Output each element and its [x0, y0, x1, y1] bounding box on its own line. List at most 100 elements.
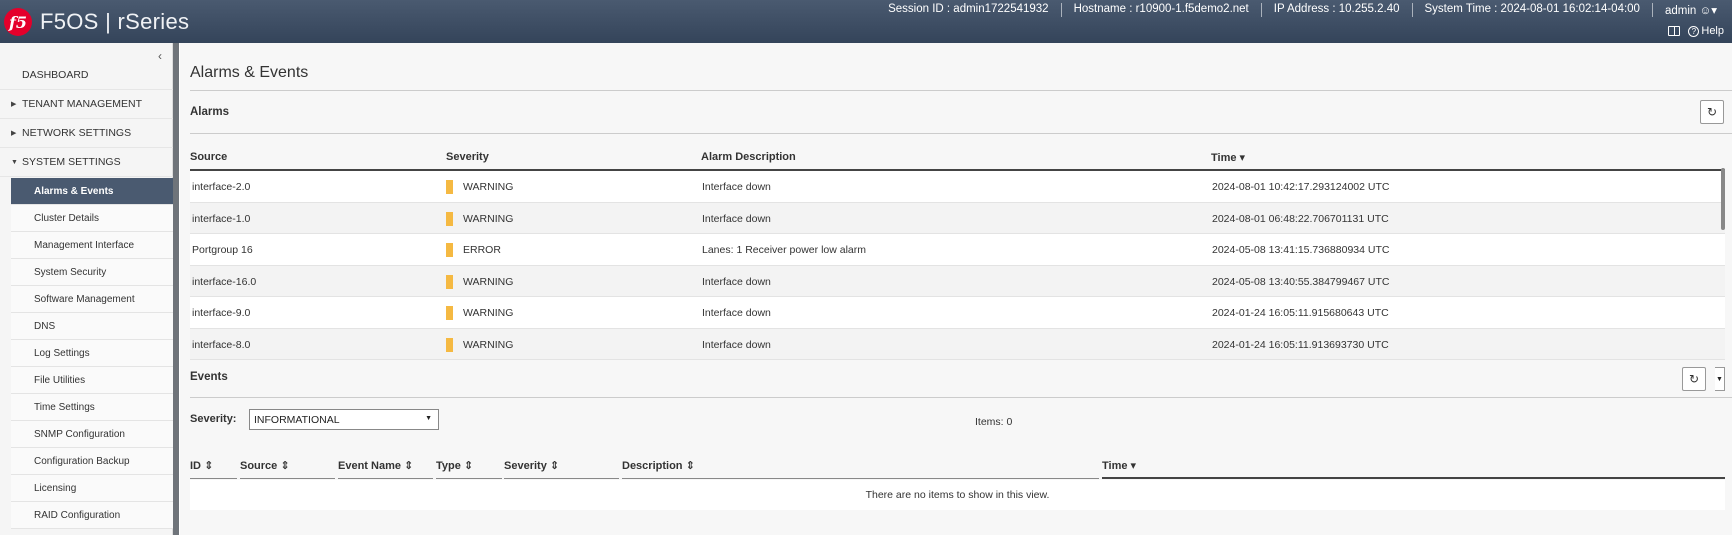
- sidebar-item-snmp-configuration[interactable]: SNMP Configuration: [11, 421, 173, 448]
- column-severity[interactable]: Severity ⇕: [504, 456, 619, 479]
- events-refresh-button[interactable]: ↻: [1682, 367, 1706, 391]
- severity-indicator: [446, 274, 453, 289]
- alarms-table-header: Source Severity Alarm Description Time ▾: [190, 147, 1725, 171]
- cell-severity: WARNING: [463, 338, 514, 351]
- sidebar: ‹ DASHBOARD ▶ TENANT MANAGEMENT ▶ NETWORK …: [0, 43, 173, 535]
- events-title: Events: [190, 371, 228, 383]
- alarms-refresh-button[interactable]: ↻: [1700, 100, 1724, 124]
- cell-severity: WARNING: [463, 307, 514, 319]
- severity-indicator: [446, 211, 453, 226]
- user-name: admin: [1664, 5, 1697, 17]
- collapse-icon: ▼: [11, 158, 18, 166]
- severity-indicator: [446, 180, 453, 194]
- column-time[interactable]: Time ▾: [1211, 151, 1245, 164]
- cell-time: 2024-05-08 13:41:15.736880934 UTC: [1212, 244, 1390, 256]
- f5-logo: f5: [4, 8, 32, 36]
- sort-icon: ⇕: [685, 460, 695, 472]
- items-count: Items: 0: [975, 416, 1013, 428]
- cell-severity: WARNING: [463, 212, 514, 225]
- sidebar-item-licensing[interactable]: Licensing: [11, 475, 173, 502]
- caret-down-icon: ▼: [1716, 375, 1723, 383]
- sidebar-item-configuration-backup[interactable]: Configuration Backup: [11, 448, 173, 475]
- column-type[interactable]: Type ⇕: [436, 456, 502, 479]
- sidebar-item-management-interface[interactable]: Management Interface: [11, 232, 173, 259]
- sort-desc-icon: ▾: [1130, 460, 1137, 472]
- table-row[interactable]: Portgroup 16 ERROR Lanes: 1 Receiver pow…: [190, 234, 1725, 266]
- sidebar-item-software-management[interactable]: Software Management: [11, 286, 173, 313]
- sidebar-item-network-settings[interactable]: ▶ NETWORK SETTINGS: [0, 119, 173, 148]
- column-description[interactable]: Description ⇕: [622, 456, 1099, 479]
- cell-severity: ERROR: [463, 244, 501, 256]
- cell-severity: WARNING: [463, 181, 514, 193]
- sort-icon: ⇕: [463, 460, 474, 472]
- sidebar-item-cluster-details[interactable]: Cluster Details: [11, 205, 173, 232]
- sort-icon: ⇕: [280, 460, 290, 472]
- severity-indicator: [446, 306, 453, 320]
- events-empty-message: There are no items to show in this view.: [190, 480, 1725, 510]
- refresh-icon: ↻: [1688, 372, 1700, 386]
- severity-indicator: [446, 337, 453, 352]
- sort-desc-icon: ▾: [1239, 152, 1246, 164]
- refresh-icon: ↻: [1706, 105, 1718, 119]
- sidebar-item-system-security[interactable]: System Security: [11, 259, 173, 286]
- cell-source: Portgroup 16: [192, 244, 253, 256]
- column-severity[interactable]: Severity: [446, 151, 489, 163]
- column-id[interactable]: ID ⇕: [190, 456, 237, 479]
- sort-icon: ⇕: [204, 460, 214, 472]
- table-row[interactable]: interface-1.0 WARNING Interface down 202…: [190, 202, 1725, 234]
- severity-filter-select[interactable]: INFORMATIONAL ▼: [249, 409, 439, 430]
- system-time: System Time : 2024-08-01 16:02:14-04:00: [1411, 3, 1652, 17]
- hostname: Hostname : r10900-1.f5demo2.net: [1060, 3, 1261, 17]
- cell-source: interface-9.0: [192, 307, 251, 319]
- table-row[interactable]: interface-16.0 WARNING Interface down 20…: [190, 265, 1725, 297]
- table-row[interactable]: interface-9.0 WARNING Interface down 202…: [190, 297, 1725, 329]
- sidebar-scrollbar[interactable]: [173, 43, 179, 535]
- cell-source: interface-2.0: [192, 181, 251, 193]
- user-icon: ☺▾: [1699, 5, 1717, 17]
- sidebar-item-time-settings[interactable]: Time Settings: [11, 394, 173, 421]
- sort-icon: ⇕: [404, 460, 414, 472]
- session-id: Session ID : admin1722541932: [888, 3, 1049, 15]
- help-link[interactable]: ? Help: [1688, 25, 1724, 37]
- documentation-icon[interactable]: [1668, 26, 1681, 36]
- table-row[interactable]: interface-8.0 WARNING Interface down 202…: [190, 328, 1725, 360]
- column-source[interactable]: Source: [190, 151, 227, 163]
- session-info: Session ID : admin1722541932 Hostname : …: [876, 3, 1717, 17]
- help-icon: ?: [1688, 26, 1700, 37]
- alarms-table: Source Severity Alarm Description Time ▾…: [190, 147, 1725, 360]
- sidebar-item-dns[interactable]: DNS: [11, 313, 173, 340]
- table-row[interactable]: interface-2.0 WARNING Interface down 202…: [190, 171, 1725, 203]
- sidebar-item-tenant-management[interactable]: ▶ TENANT MANAGEMENT: [0, 90, 173, 119]
- sidebar-item-file-utilities[interactable]: File Utilities: [11, 367, 173, 394]
- cell-description: Interface down: [702, 307, 771, 319]
- cell-description: Interface down: [702, 275, 771, 288]
- column-event-name[interactable]: Event Name ⇕: [338, 456, 433, 479]
- sidebar-item-raid-configuration[interactable]: RAID Configuration: [11, 502, 173, 529]
- alarms-table-scrollbar[interactable]: [1721, 168, 1725, 230]
- cell-time: 2024-01-24 16:05:11.915680643 UTC: [1212, 307, 1389, 319]
- sidebar-item-alarms-events[interactable]: Alarms & Events: [11, 178, 173, 205]
- events-refresh-dropdown[interactable]: ▼: [1715, 367, 1725, 391]
- cell-description: Interface down: [702, 212, 771, 225]
- column-alarm-description[interactable]: Alarm Description: [701, 151, 796, 163]
- sidebar-item-log-settings[interactable]: Log Settings: [11, 340, 173, 367]
- alarms-table-body: interface-2.0 WARNING Interface down 202…: [190, 171, 1725, 360]
- page-title: Alarms & Events: [190, 64, 309, 81]
- severity-indicator: [446, 243, 453, 257]
- divider: [190, 90, 1732, 91]
- user-menu[interactable]: admin ☺▾: [1651, 3, 1717, 17]
- brand[interactable]: f5 F5OS | rSeries: [4, 8, 189, 36]
- column-time[interactable]: Time ▾: [1102, 456, 1725, 479]
- sidebar-item-dashboard[interactable]: DASHBOARD: [0, 61, 173, 90]
- severity-filter-label: Severity:: [190, 413, 237, 425]
- sidebar-item-system-settings[interactable]: ▼ SYSTEM SETTINGS: [0, 148, 173, 177]
- ip-address: IP Address : 10.255.2.40: [1260, 3, 1412, 17]
- expand-icon: ▶: [11, 101, 17, 108]
- main-content: Alarms & Events Alarms ↻ Source Severity…: [180, 43, 1732, 535]
- alarms-title: Alarms: [190, 106, 229, 118]
- cell-description: Lanes: 1 Receiver power low alarm: [702, 244, 866, 256]
- top-header: f5 F5OS | rSeries Session ID : admin1722…: [0, 0, 1732, 43]
- cell-source: interface-1.0: [192, 212, 251, 225]
- column-source[interactable]: Source ⇕: [240, 456, 335, 479]
- events-table-header: ID ⇕ Source ⇕ Event Name ⇕ Type ⇕ Severi…: [190, 456, 1725, 479]
